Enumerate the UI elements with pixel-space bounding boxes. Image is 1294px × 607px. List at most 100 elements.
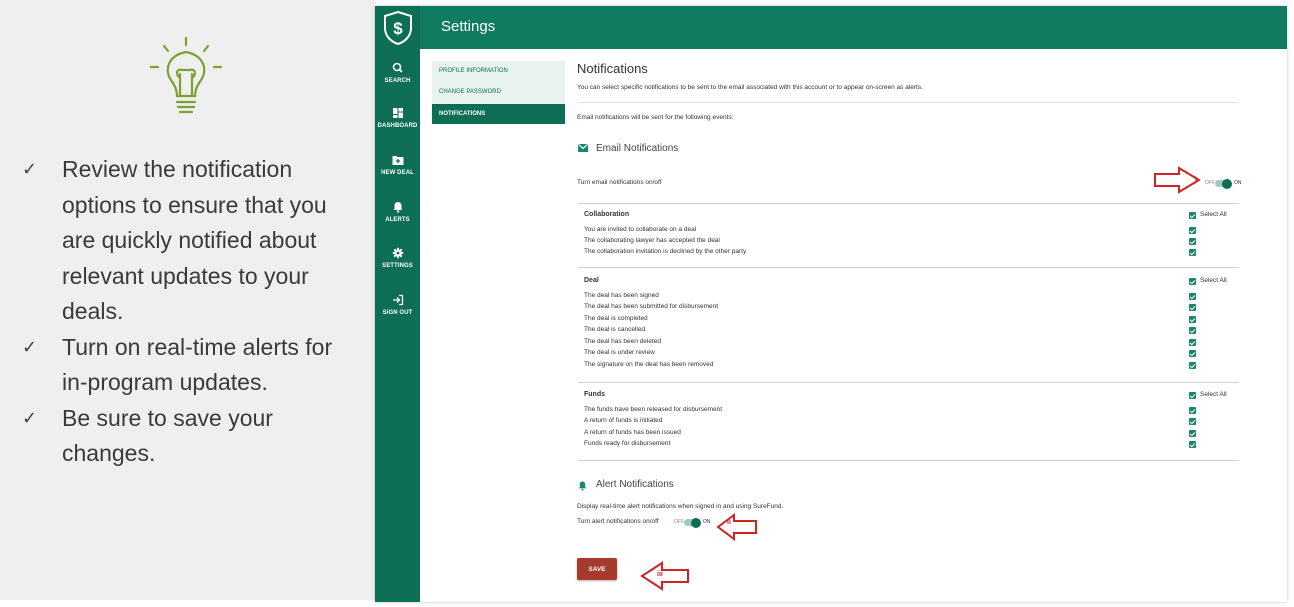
select-all-checkbox[interactable] [1189, 212, 1196, 219]
callout-label: iii [657, 571, 663, 578]
notifications-description: You can select specific notifications to… [577, 84, 923, 91]
dashboard-icon [392, 108, 403, 118]
nav-notifications[interactable]: NOTIFICATIONS [432, 104, 565, 124]
list-item: The deal is under review [584, 349, 655, 356]
rail-label: DASHBOARD [377, 123, 418, 129]
event-checkbox[interactable] [1189, 441, 1196, 448]
checkmark-icon: ✓ [22, 407, 38, 429]
group-title: Collaboration [584, 211, 630, 218]
gear-icon [392, 247, 403, 259]
email-off-label: OFF [1205, 180, 1215, 186]
rail-label: NEW DEAL [381, 170, 414, 176]
rail-new-deal[interactable]: NEW DEAL [375, 153, 420, 176]
callout-label: i [1195, 177, 1197, 184]
event-checkbox[interactable] [1189, 407, 1196, 414]
email-intro: Email notifications will be sent for the… [577, 114, 734, 121]
divider [577, 102, 1239, 103]
list-item: The funds have been released for disburs… [584, 406, 723, 413]
page-title: Settings [441, 18, 496, 35]
tip-item: ✓ Turn on real-time alerts for in-program… [22, 330, 362, 401]
list-item: The collaboration invitation is declined… [584, 248, 747, 255]
group-title: Deal [584, 277, 599, 284]
alert-section-title: Alert Notifications [596, 479, 674, 490]
rail-search[interactable]: SEARCH [375, 61, 420, 84]
rail-dashboard[interactable]: DASHBOARD [375, 106, 420, 129]
list-item: The deal has been deleted [584, 338, 661, 345]
tip-panel: ✓ Review the notification options to ensu… [0, 0, 375, 600]
alert-toggle-label: Turn alert notifications on/off [577, 518, 659, 525]
email-notifications-toggle[interactable] [1215, 178, 1232, 189]
list-item: Funds ready for disbursement [584, 440, 671, 447]
list-item: You are invited to collaborate on a deal [584, 226, 697, 233]
event-checkbox[interactable] [1189, 418, 1196, 425]
email-section-title: Email Notifications [596, 143, 679, 154]
list-item: A return of funds is initiated [584, 417, 663, 424]
checkmark-icon: ✓ [22, 336, 38, 358]
list-item: The deal has been signed [584, 292, 659, 299]
bell-icon [578, 481, 587, 491]
event-checkbox[interactable] [1189, 339, 1196, 346]
new-deal-icon [392, 156, 403, 165]
event-checkbox[interactable] [1189, 350, 1196, 357]
group-collaboration: Collaboration Select All You are invited… [578, 204, 1239, 268]
toggle-knob [1222, 178, 1232, 189]
notifications-title: Notifications [577, 61, 648, 76]
save-button[interactable]: SAVE [577, 558, 617, 580]
svg-text:$: $ [393, 19, 403, 38]
tip-text: Be sure to save your changes. [62, 404, 273, 467]
envelope-icon [578, 144, 588, 152]
group-deal: Deal Select All The deal has been signed… [578, 268, 1239, 383]
callout-label: ii [727, 519, 731, 526]
callout-arrow-icon [716, 513, 757, 541]
surefund-logo-icon: $ [384, 10, 412, 46]
bell-icon [393, 202, 402, 213]
nav-profile-information[interactable]: PROFILE INFORMATION [432, 61, 565, 81]
event-checkbox[interactable] [1189, 316, 1196, 323]
nav-change-password[interactable]: CHANGE PASSWORD [432, 82, 565, 102]
event-checkbox[interactable] [1189, 293, 1196, 300]
tip-text: Turn on real-time alerts for in-program … [62, 333, 333, 396]
alert-off-label: OFF [674, 519, 684, 525]
list-item: The signature on the deal has been remov… [584, 361, 714, 368]
tip-text: Review the notification options to ensur… [62, 156, 327, 324]
email-toggle-label: Turn email notifications on/off [577, 179, 662, 186]
event-checkbox[interactable] [1189, 249, 1196, 256]
lightbulb-icon [149, 36, 223, 114]
sign-out-icon [392, 294, 403, 306]
rail-sign-out[interactable]: SIGN OUT [375, 293, 420, 316]
event-checkbox[interactable] [1189, 304, 1196, 311]
alert-on-label: ON [703, 519, 711, 525]
alert-description: Display real-time alert notifications wh… [577, 503, 784, 510]
select-all-checkbox[interactable] [1189, 392, 1196, 399]
settings-sidenav: PROFILE INFORMATION CHANGE PASSWORD NOTI… [432, 61, 565, 124]
select-all-label: Select All [1200, 211, 1227, 218]
event-checkbox[interactable] [1189, 238, 1196, 245]
alert-notifications-toggle[interactable] [684, 517, 701, 528]
group-title: Funds [584, 391, 605, 398]
search-icon [392, 62, 403, 73]
list-item: A return of funds has been issued [584, 429, 681, 436]
email-on-label: ON [1234, 180, 1242, 186]
event-checkbox[interactable] [1189, 362, 1196, 369]
list-item: The deal is cancelled [584, 326, 646, 333]
tips-list: ✓ Review the notification options to ensu… [22, 152, 362, 472]
rail-settings[interactable]: SETTINGS [375, 246, 420, 269]
select-all-label: Select All [1200, 391, 1227, 398]
checkmark-icon: ✓ [22, 159, 38, 180]
rail-label: SIGN OUT [382, 310, 413, 316]
select-all-checkbox[interactable] [1189, 278, 1196, 285]
event-checkbox[interactable] [1189, 430, 1196, 437]
list-item: The deal has been submitted for disburse… [584, 303, 719, 310]
rail-label: SETTINGS [382, 263, 413, 269]
event-checkbox[interactable] [1189, 327, 1196, 334]
app-window: $ SEARCH DASHBOARD NEW DEAL ALERTS SETTI… [375, 6, 1287, 602]
tip-item: ✓ Review the notification options to ensu… [22, 152, 362, 330]
event-checkbox[interactable] [1189, 227, 1196, 234]
list-item: The deal is completed [584, 315, 648, 322]
rail-alerts[interactable]: ALERTS [375, 200, 420, 223]
top-bar: Settings [420, 6, 1287, 49]
callout-arrow-icon [640, 561, 689, 591]
toggle-knob [691, 517, 701, 528]
select-all-label: Select All [1200, 277, 1227, 284]
group-funds: Funds Select All The funds have been rel… [578, 383, 1239, 461]
